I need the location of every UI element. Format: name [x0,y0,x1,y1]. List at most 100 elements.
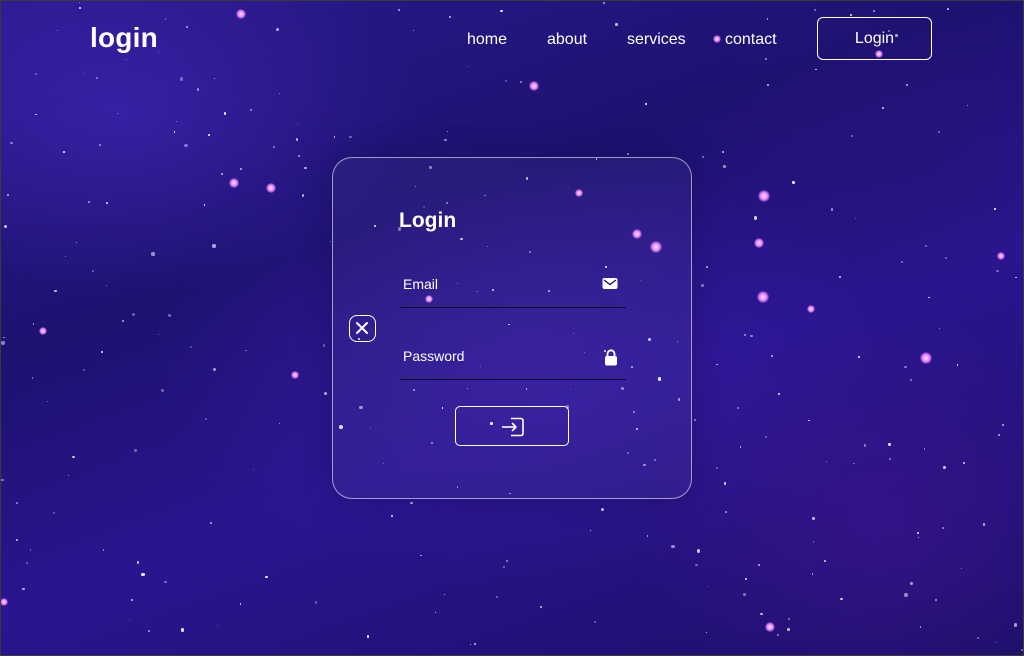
star [743,334,746,337]
star [767,84,770,87]
submit-login-button[interactable] [455,406,569,446]
star [180,627,185,632]
close-button[interactable] [349,315,376,342]
star [503,566,506,569]
glow-star [765,622,775,632]
star [909,379,913,382]
star [706,632,708,634]
star [366,635,370,639]
star [151,252,155,256]
star [977,636,980,639]
star [830,208,834,211]
star [723,482,726,485]
star [496,595,499,599]
star [771,354,774,358]
star [944,257,947,260]
star [47,400,49,402]
star [447,131,449,133]
star [99,143,102,146]
site-logo[interactable]: login [90,22,158,54]
star [778,392,781,395]
nav-link-home[interactable]: home [467,31,507,49]
star [812,517,816,521]
star [736,406,739,409]
star [205,418,207,420]
star [857,355,861,359]
star [744,577,747,580]
mail-icon [602,278,618,289]
star [173,131,176,133]
glow-star [753,237,765,249]
star [63,151,66,153]
star [505,80,507,83]
star [695,563,698,566]
star [787,628,790,631]
password-input[interactable]: Password [403,348,593,364]
header-login-button[interactable]: Login [817,17,932,60]
star [1,341,5,345]
star [722,150,725,153]
star [249,108,252,111]
star [168,314,171,317]
star [323,392,327,396]
star [65,255,67,257]
star [279,422,281,424]
star [1014,276,1017,279]
glow-star [758,190,770,202]
glow-star [38,326,48,336]
email-field[interactable]: Email [400,265,626,308]
star [67,474,69,476]
password-field[interactable]: Password [400,337,626,380]
star [239,603,242,605]
star [101,350,104,354]
star [812,541,815,544]
star [297,122,299,124]
star [223,112,227,115]
login-card: Login Email Password [332,157,692,499]
star [105,284,108,286]
star [994,642,996,644]
star [957,364,959,366]
star [903,592,908,597]
star [474,643,476,645]
star [707,586,709,588]
star [75,241,78,244]
star [1020,648,1023,652]
glow-star [529,81,539,91]
star [917,536,920,539]
nav-link-about[interactable]: about [547,31,587,49]
star [31,377,33,379]
star [960,568,962,570]
star [888,443,891,446]
star [297,154,300,157]
star [435,611,437,613]
star [925,244,928,247]
star [811,573,814,575]
star [994,208,996,210]
nav-link-services[interactable]: services [627,31,686,49]
star [739,446,741,448]
star [742,592,747,597]
top-navbar: login home about services contact Login [0,0,1024,80]
star [161,388,165,392]
star [391,514,394,517]
star [937,131,941,134]
star [539,606,543,609]
star [715,466,718,469]
star [889,458,891,460]
star [141,572,145,577]
glow-star [806,304,816,314]
nav-link-contact[interactable]: contact [725,31,777,49]
star [702,156,705,158]
lock-icon [605,349,617,366]
star [10,141,13,145]
star [934,599,937,602]
star [723,164,727,168]
star [792,181,795,184]
star [938,327,940,329]
star [787,617,790,620]
star [4,224,8,228]
email-input[interactable]: Email [403,276,593,292]
star [134,449,137,452]
star [750,335,753,338]
